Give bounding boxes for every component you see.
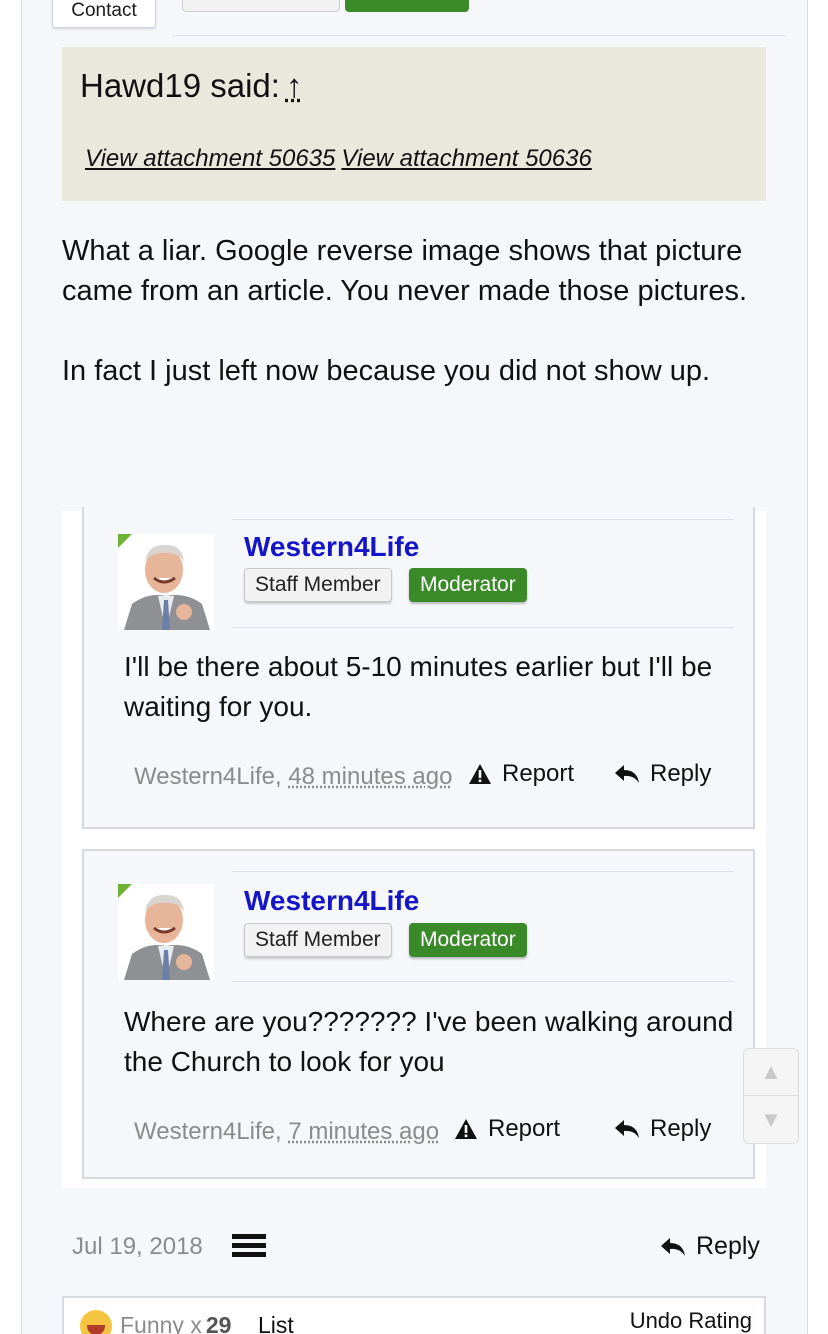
username-link[interactable]: Western4Life	[244, 885, 419, 917]
rating-multiplier: x	[190, 1312, 202, 1334]
report-button[interactable]: Report	[468, 760, 574, 788]
timestamp[interactable]: 7 minutes ago	[288, 1118, 439, 1145]
reply-label: Reply	[696, 1232, 760, 1260]
rating-count: 29	[205, 1312, 232, 1334]
attachment-link[interactable]: View attachment 50636	[341, 145, 591, 172]
post-body: What a liar. Google reverse image shows …	[62, 231, 782, 391]
rating-summary: Funny x 29	[120, 1312, 231, 1334]
report-label: Report	[488, 1115, 561, 1142]
quote-author-said: Hawd19 said:	[80, 67, 280, 104]
quote-attribution: Hawd19 said: ↑	[80, 67, 302, 105]
scroll-down-icon[interactable]: ▼	[744, 1096, 798, 1143]
reply-button[interactable]: Reply	[614, 1115, 711, 1143]
reply-icon	[661, 1237, 685, 1256]
divider	[232, 981, 734, 982]
username-link[interactable]: Western4Life	[244, 531, 419, 563]
avatar[interactable]	[118, 534, 214, 630]
post-date[interactable]: Jul 19, 2018	[72, 1233, 203, 1261]
message-meta: Western4Life, 7 minutes ago	[134, 1118, 439, 1146]
warning-icon	[469, 764, 491, 784]
online-indicator	[118, 534, 136, 552]
divider	[172, 35, 786, 36]
post-paragraph: What a liar. Google reverse image shows …	[62, 235, 748, 307]
attachment-link[interactable]: View attachment 50635	[85, 145, 335, 172]
rating-list-link[interactable]: List	[258, 1312, 294, 1334]
staff-member-badge: Staff Member	[244, 923, 392, 957]
undo-rating-link[interactable]: Undo Rating	[630, 1308, 752, 1334]
jump-to-quote-icon[interactable]: ↑	[286, 67, 303, 104]
moderator-badge-partial	[345, 0, 469, 12]
staff-member-badge: Staff Member	[244, 568, 392, 602]
moderator-badge: Moderator	[409, 568, 527, 602]
report-button[interactable]: Report	[454, 1115, 560, 1143]
avatar[interactable]	[118, 884, 214, 980]
scroll-control: ▲ ▼	[743, 1048, 799, 1144]
quote-attachments: View attachment 50635 View attachment 506…	[85, 145, 598, 173]
reply-label: Reply	[650, 760, 712, 787]
embedded-message: Western4Life Staff Member Moderator I'll…	[82, 507, 755, 829]
staff-member-badge-partial	[182, 0, 340, 12]
timestamp[interactable]: 48 minutes ago	[288, 763, 452, 790]
reply-label: Reply	[650, 1115, 712, 1142]
online-indicator	[118, 884, 136, 902]
warning-icon	[455, 1119, 477, 1139]
rating-label: Funny	[120, 1312, 184, 1334]
meta-username[interactable]: Western4Life,	[134, 1118, 282, 1145]
message-meta: Western4Life, 48 minutes ago	[134, 763, 452, 791]
post-paragraph: In fact I just left now because you did …	[62, 355, 711, 387]
contact-tab[interactable]: Contact	[52, 0, 156, 28]
menu-icon[interactable]	[232, 1234, 266, 1258]
embedded-message: Western4Life Staff Member Moderator Wher…	[82, 849, 755, 1179]
reply-icon	[615, 765, 639, 783]
moderator-badge: Moderator	[409, 923, 527, 957]
divider	[232, 871, 734, 872]
conversation-embed: Western4Life Staff Member Moderator I'll…	[62, 507, 766, 1188]
reply-icon	[615, 1120, 639, 1138]
message-text: Where are you??????? I've been walking a…	[124, 1006, 734, 1077]
post-reply-button[interactable]: Reply	[660, 1232, 760, 1261]
divider	[232, 519, 734, 520]
meta-username[interactable]: Western4Life,	[134, 763, 282, 790]
message-text: I'll be there about 5-10 minutes earlier…	[124, 651, 713, 722]
report-label: Report	[502, 760, 575, 787]
rating-bar: Funny x 29 List Undo Rating	[62, 1296, 766, 1334]
laughing-emoji-icon	[80, 1310, 112, 1334]
quote-block: Hawd19 said: ↑ View attachment 50635 View …	[62, 47, 766, 201]
scroll-up-icon[interactable]: ▲	[744, 1049, 798, 1096]
reply-button[interactable]: Reply	[614, 760, 711, 788]
divider	[232, 627, 734, 628]
